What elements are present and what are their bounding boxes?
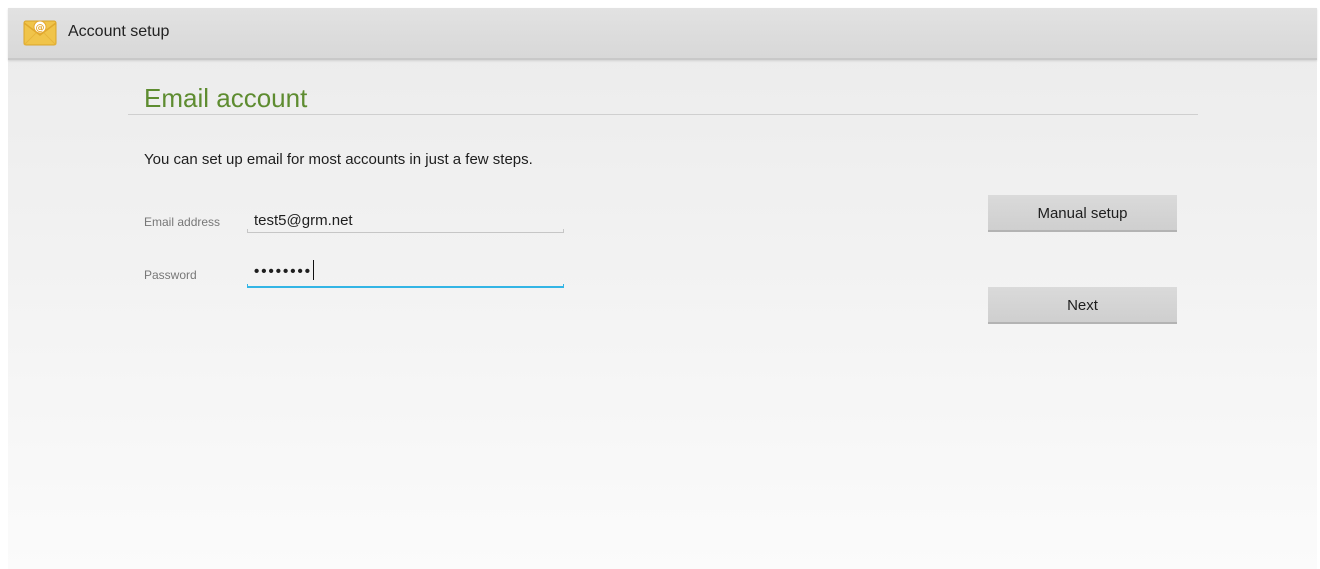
email-address-field[interactable]: test5@grm.net [254,212,353,229]
screen: @ Account setup Email account You can se… [8,8,1317,569]
email-address-label: Email address [144,215,221,229]
action-bar: @ Account setup [8,8,1317,60]
password-field[interactable]: •••••••• [254,260,315,280]
instructions-text: You can set up email for most accounts i… [144,151,533,168]
password-label: Password [144,268,197,282]
password-field-underline [247,284,564,288]
title-divider [128,114,1198,115]
text-cursor [313,260,315,280]
svg-text:@: @ [36,24,45,34]
manual-setup-button[interactable]: Manual setup [988,195,1177,232]
email-field-underline [247,229,564,233]
next-button[interactable]: Next [988,287,1177,324]
action-bar-title: Account setup [68,23,170,40]
page-title: Email account [144,83,308,113]
password-masked-value: •••••••• [254,263,313,280]
